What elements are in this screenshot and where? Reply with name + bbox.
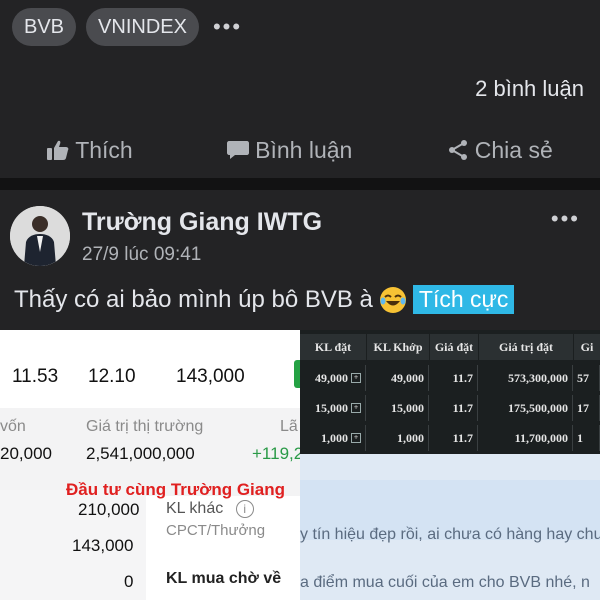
share-button[interactable]: Chia sẻ (447, 137, 553, 164)
watermark-text: Đầu tư cùng Trường Giang (66, 480, 285, 499)
comments-count-link[interactable]: 2 bình luận (475, 76, 584, 102)
holding-value: 0 (124, 572, 134, 591)
chat-message: y tín hiệu đẹp rồi, ai chưa có hàng hay … (300, 526, 600, 543)
table-row: 15,000 + 15,000 11.7 175,500,000 17 (300, 395, 600, 421)
share-label: Chia sẻ (474, 136, 553, 163)
market-value: 2,541,000,000 (86, 444, 195, 463)
holding-value: 210,000 (78, 500, 140, 519)
volume-value: 143,000 (176, 366, 245, 387)
holding-value: 143,000 (72, 536, 134, 555)
pending-buy-label: KL mua chờ về (166, 570, 282, 587)
table-cell: 11,700,000 (479, 425, 573, 451)
thumbs-up-icon (47, 140, 69, 160)
laughing-emoji-icon (379, 286, 406, 313)
table-cell: 15,000 (315, 400, 348, 415)
pnl-label: Lã (280, 418, 298, 435)
info-icon[interactable]: i (235, 500, 254, 518)
table-cell: 17 (574, 395, 600, 421)
table-cell: 11.7 (430, 365, 478, 391)
comment-label: Bình luận (255, 136, 353, 163)
other-volume-label: KL khác (166, 500, 224, 518)
col-header: KL Khớp (367, 334, 429, 360)
table-cell: 11.7 (430, 395, 478, 421)
price-value: 12.10 (88, 366, 136, 387)
table-cell: 49,000 (367, 365, 429, 391)
table-row: 1,000 + 1,000 11.7 11,700,000 1 (300, 425, 600, 451)
expand-icon[interactable]: + (351, 373, 361, 383)
tag-vnindex[interactable]: VNINDEX (86, 8, 199, 46)
table-cell: 175,500,000 (479, 395, 573, 421)
expand-icon[interactable]: + (351, 403, 361, 413)
table-cell: 573,300,000 (479, 365, 573, 391)
col-header: Giá đặt (430, 334, 478, 360)
table-cell: 1 (574, 425, 600, 451)
tag-bvb[interactable]: BVB (12, 8, 77, 46)
sentiment-badge: Tích cực (412, 285, 515, 314)
table-cell: 57 (574, 365, 600, 391)
post-body: Thấy có ai bảo mình úp bô BVB à Tích cực (14, 285, 515, 314)
table-row: 49,000 + 49,000 11.7 573,300,000 57 (300, 365, 600, 391)
table-cell: 15,000 (367, 395, 429, 421)
table-cell: 49,000 (315, 370, 348, 385)
share-icon (448, 140, 467, 160)
post-author-name[interactable]: Trường Giang IWTG (82, 208, 322, 237)
col-header: KL đặt (300, 334, 366, 360)
post-timestamp[interactable]: 27/9 lúc 09:41 (82, 244, 201, 266)
comment-icon (227, 141, 250, 159)
details-panel: KL khác i CPCT/Thưởng KL mua chờ về (152, 500, 300, 600)
chat-message: a điểm mua cuối của em cho BVB nhé, n (300, 574, 590, 591)
table-cell: 1,000 (321, 430, 348, 445)
post-actions-bar: Thích Bình luận Chia sẻ (0, 130, 600, 170)
post-text: Thấy có ai bảo mình úp bô BVB à (14, 285, 373, 313)
table-cell: 11.7 (430, 425, 478, 451)
orders-table: KL đặt KL Khớp Giá đặt Giá trị đặt Gi 49… (300, 330, 600, 454)
capital-value: 20,000 (0, 444, 52, 463)
market-value-label: Giá trị thị trường (86, 418, 204, 435)
pnl-value: +119,2 (252, 444, 300, 463)
expand-icon[interactable]: + (351, 433, 361, 443)
hashtag-bar: BVB VNINDEX ••• (12, 8, 242, 46)
dividend-label: CPCT/Thưởng (166, 522, 266, 539)
capital-label: vốn (0, 418, 26, 435)
table-header: KL đặt KL Khớp Giá đặt Giá trị đặt Gi (300, 334, 600, 360)
col-header: Gi (574, 334, 600, 360)
post-image-portfolio[interactable]: 11.53 12.10 143,000 vốn Giá trị thị trườ… (0, 330, 300, 600)
table-cell: 1,000 (367, 425, 429, 451)
like-button[interactable]: Thích (47, 137, 133, 164)
avatar[interactable] (10, 206, 70, 266)
col-header: Giá trị đặt (479, 334, 573, 360)
comment-button[interactable]: Bình luận (227, 137, 352, 164)
post-options-icon[interactable]: ••• (551, 206, 580, 232)
price-value: 11.53 (12, 366, 59, 387)
post-image-orders[interactable]: KL đặt KL Khớp Giá đặt Giá trị đặt Gi 49… (300, 330, 600, 600)
feed-divider (0, 178, 600, 190)
like-label: Thích (75, 136, 133, 163)
more-tags-icon[interactable]: ••• (209, 14, 242, 40)
